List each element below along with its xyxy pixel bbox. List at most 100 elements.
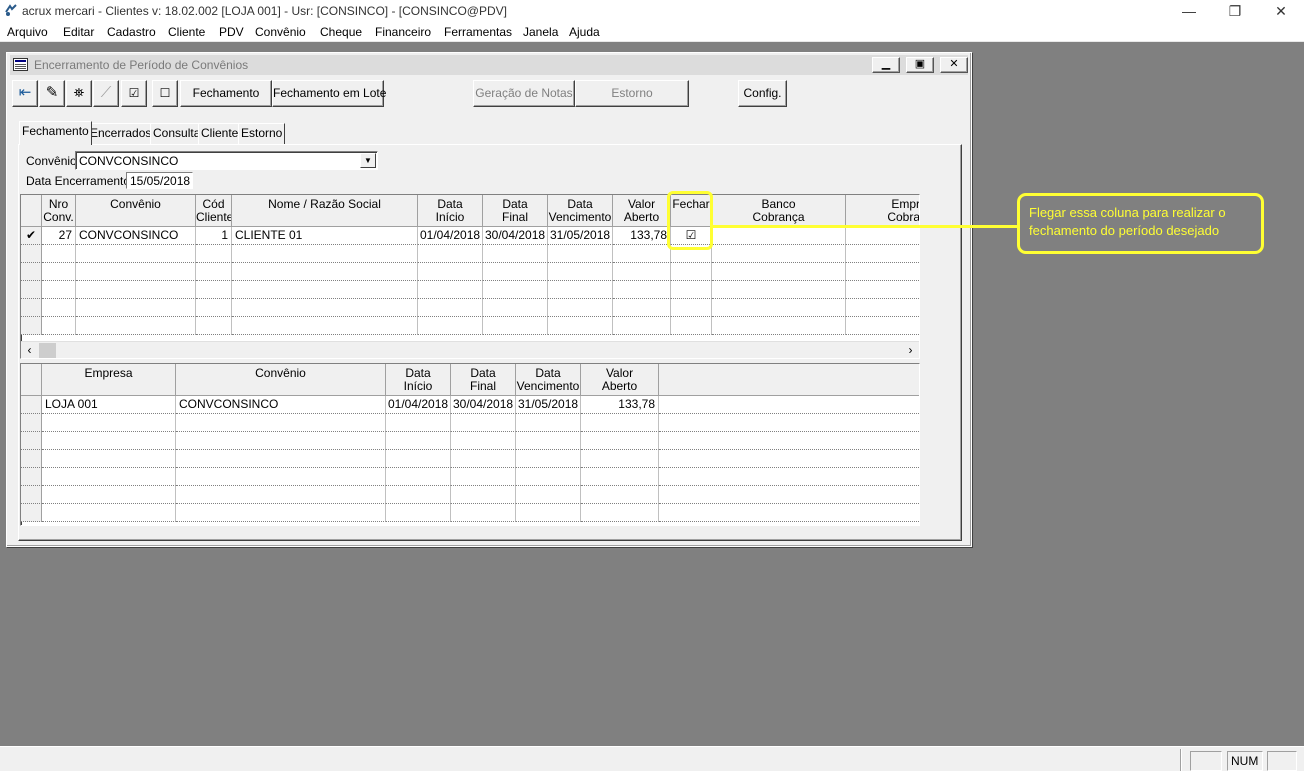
horizontal-scrollbar[interactable]: ‹ ›: [21, 341, 919, 358]
empty-cell[interactable]: [613, 281, 671, 299]
col-nome[interactable]: Nome / Razão Social: [232, 195, 418, 227]
empty-cell[interactable]: [712, 299, 846, 317]
empty-cell[interactable]: [548, 245, 613, 263]
cell2-inicio[interactable]: 01/04/2018: [386, 396, 451, 414]
empty-cell[interactable]: [386, 504, 451, 522]
empty-cell[interactable]: [418, 263, 483, 281]
empty-cell[interactable]: [21, 263, 42, 281]
empty-cell[interactable]: [176, 504, 386, 522]
empty-cell[interactable]: [451, 504, 516, 522]
convenio-select[interactable]: CONVCONSINCO ▼: [75, 151, 378, 170]
empty-cell[interactable]: [42, 432, 176, 450]
empty-cell[interactable]: [21, 299, 42, 317]
empty-cell[interactable]: [671, 317, 712, 335]
minimize-button[interactable]: —: [1166, 0, 1212, 22]
empty-cell[interactable]: [42, 245, 76, 263]
empty-cell[interactable]: [613, 263, 671, 281]
convenio-clients-grid[interactable]: Nro Conv. Convênio Cód Cliente Nome / Razã…: [20, 194, 920, 359]
empty-cell[interactable]: [613, 317, 671, 335]
col-banco-cobranca[interactable]: Banco Cobrança: [712, 195, 846, 227]
cell-banco[interactable]: [712, 227, 846, 245]
empty-cell[interactable]: [451, 432, 516, 450]
chart-button[interactable]: ⟋: [93, 80, 119, 107]
geracao-notas-button[interactable]: Geração de Notas: [473, 80, 575, 107]
cell-cod[interactable]: 1: [196, 227, 232, 245]
empty-cell[interactable]: [846, 281, 919, 299]
menu-arquivo[interactable]: Arquivo: [7, 25, 48, 39]
empty-cell[interactable]: [659, 504, 919, 522]
col-data-final[interactable]: Data Final: [483, 195, 548, 227]
empty-cell[interactable]: [76, 317, 196, 335]
empty-cell[interactable]: [42, 263, 76, 281]
cell-valor[interactable]: 133,78: [613, 227, 671, 245]
empty-cell[interactable]: [671, 281, 712, 299]
empty-cell[interactable]: [21, 281, 42, 299]
row-indicator[interactable]: ✔: [21, 227, 42, 245]
empty-cell[interactable]: [548, 299, 613, 317]
empty-cell[interactable]: [418, 317, 483, 335]
empty-cell[interactable]: [21, 245, 42, 263]
col2-convenio[interactable]: Convênio: [176, 364, 386, 396]
empty-cell[interactable]: [76, 263, 196, 281]
empty-cell[interactable]: [196, 263, 232, 281]
empty-cell[interactable]: [386, 414, 451, 432]
empty-cell[interactable]: [712, 317, 846, 335]
empty-cell[interactable]: [42, 281, 76, 299]
empty-cell[interactable]: [21, 486, 42, 504]
empty-cell[interactable]: [42, 450, 176, 468]
empty-cell[interactable]: [451, 450, 516, 468]
cell-vencimento[interactable]: 31/05/2018: [548, 227, 613, 245]
menu-pdv[interactable]: PDV: [219, 25, 244, 39]
tab-cliente[interactable]: Cliente: [198, 123, 242, 144]
empty-cell[interactable]: [613, 299, 671, 317]
empty-cell[interactable]: [386, 432, 451, 450]
empty-cell[interactable]: [548, 317, 613, 335]
empty-cell[interactable]: [659, 432, 919, 450]
empty-cell[interactable]: [581, 504, 659, 522]
empty-cell[interactable]: [176, 432, 386, 450]
col-nro-conv[interactable]: Nro Conv.: [42, 195, 76, 227]
empty-cell[interactable]: [548, 281, 613, 299]
data-encerramento-field[interactable]: 15/05/2018: [126, 172, 193, 189]
empty-cell[interactable]: [581, 432, 659, 450]
empty-cell[interactable]: [196, 245, 232, 263]
empty-cell[interactable]: [76, 245, 196, 263]
col2-empresa[interactable]: Empresa: [42, 364, 176, 396]
empty-cell[interactable]: [581, 450, 659, 468]
empty-cell[interactable]: [483, 299, 548, 317]
empty-cell[interactable]: [176, 486, 386, 504]
restore-button[interactable]: ❐: [1212, 0, 1258, 22]
empty-cell[interactable]: [196, 281, 232, 299]
tab-estorno[interactable]: Estorno: [238, 123, 286, 144]
empty-cell[interactable]: [659, 468, 919, 486]
empty-cell[interactable]: [846, 299, 919, 317]
empty-cell[interactable]: [196, 317, 232, 335]
menu-janela[interactable]: Janela: [523, 25, 558, 39]
empty-cell[interactable]: [712, 245, 846, 263]
cell-nome[interactable]: CLIENTE 01: [232, 227, 418, 245]
cell2-valor[interactable]: 133,78: [581, 396, 659, 414]
empty-cell[interactable]: [548, 263, 613, 281]
col-cod-cliente[interactable]: Cód Cliente: [196, 195, 232, 227]
empty-cell[interactable]: [483, 317, 548, 335]
menu-cliente[interactable]: Cliente: [168, 25, 205, 39]
cell-empresa-cobranca[interactable]: [846, 227, 919, 245]
select-all-button[interactable]: ☑: [121, 80, 147, 107]
empty-cell[interactable]: [386, 450, 451, 468]
empty-cell[interactable]: [386, 486, 451, 504]
empty-cell[interactable]: [712, 263, 846, 281]
empty-cell[interactable]: [581, 486, 659, 504]
cell-final[interactable]: 30/04/2018: [483, 227, 548, 245]
empty-cell[interactable]: [21, 414, 42, 432]
empty-cell[interactable]: [418, 245, 483, 263]
empty-cell[interactable]: [846, 263, 919, 281]
cell-inicio[interactable]: 01/04/2018: [418, 227, 483, 245]
config-button[interactable]: Config.: [738, 80, 787, 107]
empty-cell[interactable]: [451, 468, 516, 486]
empty-cell[interactable]: [846, 245, 919, 263]
empty-cell[interactable]: [42, 299, 76, 317]
empty-cell[interactable]: [483, 263, 548, 281]
tab-consulta[interactable]: Consulta: [150, 123, 204, 144]
empty-cell[interactable]: [232, 281, 418, 299]
cell2-convenio[interactable]: CONVCONSINCO: [176, 396, 386, 414]
